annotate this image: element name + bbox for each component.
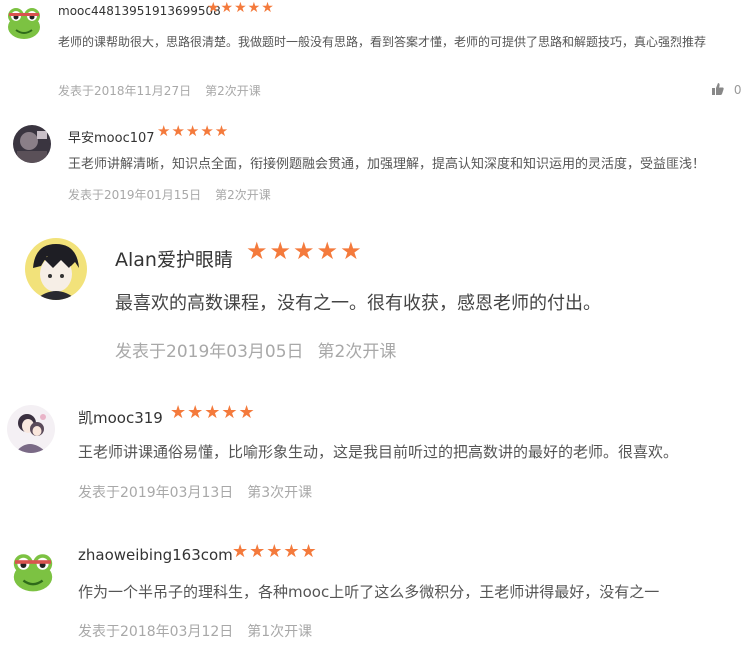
review-term: 第3次开课	[247, 485, 313, 501]
avatar[interactable]	[4, 2, 44, 42]
review-content: 王老师讲课通俗易懂，比喻形象生动，这是我目前听过的把高数讲的最好的老师。很喜欢。	[78, 443, 679, 461]
dark-photo-icon	[13, 125, 51, 163]
review-date: 发表于2019年01月15日	[68, 188, 202, 202]
review-term: 第2次开课	[317, 342, 397, 362]
review-meta: 发表于2018年11月27日 第2次开课	[58, 82, 261, 99]
review-item: 早安mooc107 ★★★★★ 王老师讲解清晰，知识点全面，衔接例题融会贯通，加…	[0, 110, 750, 220]
review-term: 第2次开课	[215, 188, 271, 202]
like-count: 0	[733, 83, 742, 97]
star-rating: ★★★★★	[207, 0, 275, 16]
avatar[interactable]	[7, 405, 55, 453]
star-rating: ★★★★★	[157, 122, 230, 140]
review-date: 发表于2019年03月05日	[115, 342, 304, 362]
review-author[interactable]: mooc44813951913699508	[58, 4, 221, 18]
thumbs-up-icon	[712, 83, 724, 95]
review-content: 作为一个半吊子的理科生，各种mooc上听了这么多微积分，王老师讲得最好，没有之一	[78, 583, 660, 601]
review-meta: 发表于2018年03月12日 第1次开课	[78, 621, 312, 641]
star-rating: ★★★★★	[232, 541, 318, 562]
star-rating: ★★★★★	[246, 237, 364, 265]
review-author[interactable]: 凯mooc319	[78, 407, 163, 428]
review-author[interactable]: 早安mooc107	[68, 127, 155, 146]
review-meta: 发表于2019年01月15日 第2次开课	[68, 186, 271, 203]
anime-character-icon	[25, 238, 87, 300]
green-frog-icon	[4, 2, 44, 42]
green-frog-icon	[9, 547, 57, 595]
review-item: mooc44813951913699508 ★★★★★ 老师的课帮助很大，思路很…	[0, 0, 750, 110]
review-author[interactable]: zhaoweibing163com	[78, 546, 233, 564]
review-item: zhaoweibing163com ★★★★★ 作为一个半吊子的理科生，各种mo…	[0, 527, 750, 649]
avatar[interactable]	[25, 238, 87, 300]
review-author[interactable]: Alan爱护眼睛	[115, 245, 233, 272]
review-date: 发表于2018年03月12日	[78, 624, 234, 640]
review-item: Alan爱护眼睛 ★★★★★ 最喜欢的高数课程，没有之一。很有收获，感恩老师的付…	[0, 225, 750, 375]
like-button[interactable]: 0	[712, 83, 741, 97]
avatar[interactable]	[13, 125, 51, 163]
review-date: 发表于2018年11月27日	[58, 84, 192, 98]
review-content: 老师的课帮助很大，思路很清楚。我做题时一般没有思路，看到答案才懂，老师的可提供了…	[58, 35, 707, 49]
review-content: 王老师讲解清晰，知识点全面，衔接例题融会贯通，加强理解，提高认知深度和知识运用的…	[68, 157, 706, 172]
review-item: 凯mooc319 ★★★★★ 王老师讲课通俗易懂，比喻形象生动，这是我目前听过的…	[0, 385, 750, 515]
review-meta: 发表于2019年03月05日 第2次开课	[115, 337, 396, 362]
review-term: 第1次开课	[247, 624, 313, 640]
star-rating: ★★★★★	[170, 402, 256, 423]
illustration-icon	[7, 405, 55, 453]
review-date: 发表于2019年03月13日	[78, 485, 234, 501]
avatar[interactable]	[9, 547, 57, 595]
review-meta: 发表于2019年03月13日 第3次开课	[78, 482, 312, 502]
review-term: 第2次开课	[205, 84, 261, 98]
review-content: 最喜欢的高数课程，没有之一。很有收获，感恩老师的付出。	[115, 293, 601, 314]
